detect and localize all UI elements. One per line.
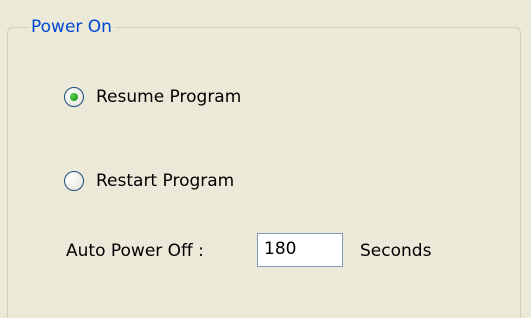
power-on-panel: Power On Resume Program Restart Program … [0,0,531,318]
radio-selected-icon[interactable] [64,87,84,107]
restart-program-option[interactable]: Restart Program [64,171,234,191]
auto-power-off-label: Auto Power Off : [66,241,204,261]
radio-unselected-icon[interactable] [64,171,84,191]
auto-power-off-input[interactable] [257,233,343,267]
resume-program-label[interactable]: Resume Program [96,87,241,107]
resume-program-option[interactable]: Resume Program [64,87,241,107]
radio-dot-icon [70,93,78,101]
groupbox-title: Power On [28,16,115,38]
restart-program-label[interactable]: Restart Program [96,171,234,191]
seconds-unit-label: Seconds [360,241,432,261]
